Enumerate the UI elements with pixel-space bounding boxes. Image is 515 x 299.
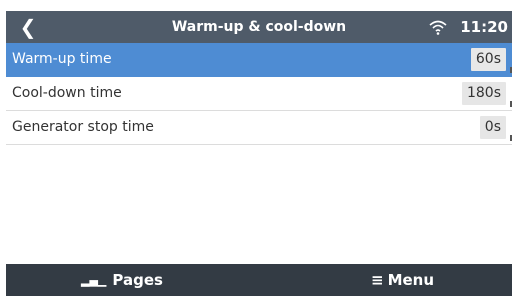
setting-row-warm-up-time[interactable]: Warm-up time 60s [6, 43, 512, 77]
hamburger-menu-icon: ≡ [371, 271, 384, 289]
edit-marker [510, 135, 512, 141]
bar-chart-icon: ▂▄▁ [81, 273, 107, 287]
setting-label: Warm-up time [12, 51, 112, 67]
setting-value[interactable]: 60s [470, 48, 506, 71]
setting-row-cool-down-time[interactable]: Cool-down time 180s [6, 77, 512, 111]
setting-value[interactable]: 0s [479, 116, 506, 139]
menu-label: Menu [387, 271, 435, 289]
setting-label: Cool-down time [12, 85, 122, 101]
setting-label: Generator stop time [12, 119, 154, 135]
setting-row-generator-stop-time[interactable]: Generator stop time 0s [6, 111, 512, 145]
device-screen: ❮ Warm-up & cool-down 11:20 Warm-up time… [6, 11, 512, 296]
settings-list: Warm-up time 60s Cool-down time 180s Gen… [6, 43, 512, 145]
edit-marker [510, 67, 512, 73]
edit-marker [510, 101, 512, 107]
menu-button[interactable]: ≡ Menu [371, 264, 434, 296]
setting-value[interactable]: 180s [461, 82, 506, 105]
pages-label: Pages [112, 271, 163, 289]
pages-button[interactable]: ▂▄▁ Pages [81, 264, 163, 296]
top-bar: ❮ Warm-up & cool-down 11:20 [6, 11, 512, 43]
wifi-icon [429, 20, 447, 35]
bottom-bar: ▂▄▁ Pages ≡ Menu [6, 264, 512, 296]
clock: 11:20 [460, 18, 508, 36]
